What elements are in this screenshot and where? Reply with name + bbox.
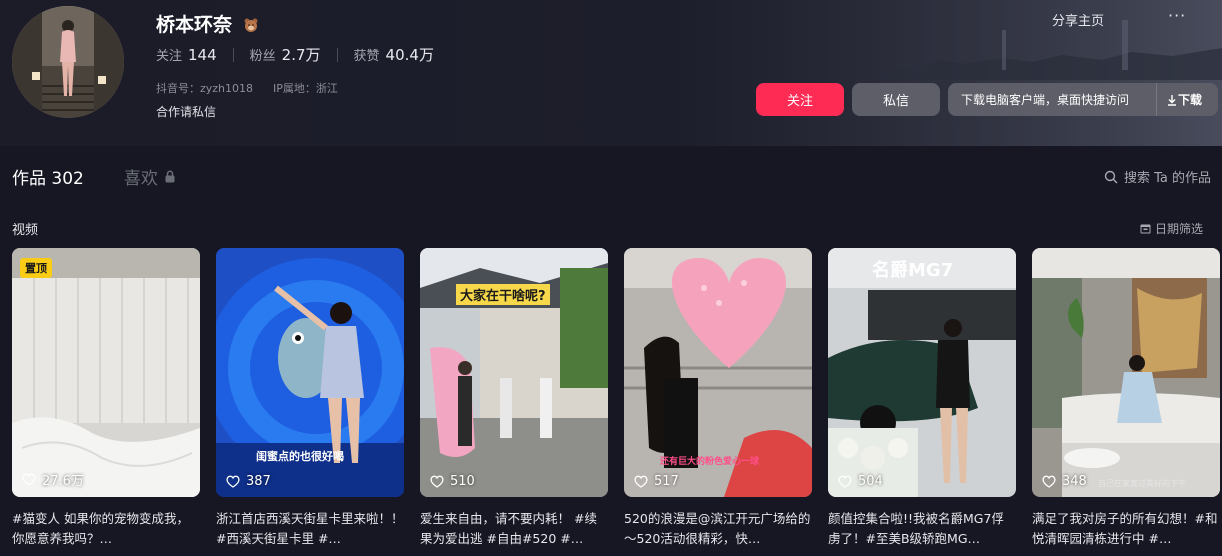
heart-icon: [838, 475, 852, 488]
avatar[interactable]: [12, 6, 124, 118]
heart-icon: [1042, 475, 1056, 488]
lock-icon: [165, 170, 175, 183]
date-filter-button[interactable]: 日期筛选: [1140, 220, 1203, 237]
profile-header: 桥本环奈 关注 144 粉丝 2.7万 获赞 40.4万 抖音号：zyzh1018 I…: [0, 0, 1222, 146]
heart-icon: [22, 473, 36, 486]
thumbnail-image: [828, 248, 1016, 497]
search-icon: [1104, 170, 1118, 183]
video-likes: 510: [430, 474, 475, 489]
video-card[interactable]: 置顶 27.6万 #猫变人 如果你的宠物变成我，你愿意养我吗？…: [12, 248, 200, 549]
thumbnail-overlay-text: 闺蜜点的也很好喝: [256, 450, 344, 463]
button-divider: [1156, 83, 1157, 116]
download-desktop-label: 下载电脑客户端，桌面快捷访问: [961, 93, 1130, 107]
download-desktop-client-button[interactable]: 下载电脑客户端，桌面快捷访问 下载: [948, 83, 1218, 116]
heart-icon: [634, 475, 648, 488]
video-likes-count: 27.6万: [42, 474, 84, 489]
video-likes: 517: [634, 474, 679, 489]
video-thumbnail[interactable]: 名爵MG7 504: [828, 248, 1016, 497]
profile-tabs: 作品 302 喜欢: [12, 164, 176, 189]
followers-label: 粉丝: [249, 49, 276, 64]
tab-works[interactable]: 作品 302: [12, 164, 84, 189]
download-label: 下载: [1178, 93, 1203, 107]
thumbnail-overlay-text: 还有巨大的粉色爱心一球: [660, 457, 760, 467]
search-works-button[interactable]: 搜索 Ta 的作品: [1104, 167, 1211, 186]
ip-location: IP属地：浙江: [273, 82, 338, 95]
following-count: 144: [188, 46, 217, 64]
video-thumbnail[interactable]: 置顶 27.6万: [12, 248, 200, 497]
thumbnail-image: [12, 248, 200, 497]
followers-count: 2.7万: [281, 46, 321, 64]
more-options-button[interactable]: ···: [1168, 6, 1186, 25]
likes-received-stat: 获赞 40.4万: [354, 44, 434, 65]
video-likes-count: 510: [450, 474, 475, 489]
tab-likes[interactable]: 喜欢: [124, 164, 176, 189]
video-likes-count: 348: [1062, 474, 1087, 489]
video-likes: 387: [226, 474, 271, 489]
video-thumbnail[interactable]: 自己在家度过美好的下午 348: [1032, 248, 1220, 497]
bear-emoji-icon: [244, 18, 258, 32]
video-likes-count: 387: [246, 474, 271, 489]
heart-icon: [430, 475, 444, 488]
profile-bio: 合作请私信: [156, 105, 217, 119]
likes-received-label: 获赞: [353, 49, 380, 64]
tab-likes-label: 喜欢: [123, 169, 158, 189]
stat-divider: [336, 47, 338, 62]
video-caption[interactable]: 颜值控集合啦!!我被名爵MG7俘虏了！#至美B级轿跑MG…: [828, 509, 1016, 549]
profile-name-text: 桥本环奈: [156, 14, 233, 36]
video-card[interactable]: 还有巨大的粉色爱心一球 517 520的浪漫是@滨江开元广场给的～520活动很精…: [624, 248, 812, 549]
profile-name: 桥本环奈: [156, 10, 259, 37]
video-card[interactable]: 名爵MG7 504 颜值控集合啦!!我被名爵MG7俘虏了！#至美B级轿跑MG…: [828, 248, 1016, 549]
video-caption[interactable]: 爱生来自由，请不要内耗！ #续果为爱出逃 #自由#520 #…: [420, 509, 608, 549]
follow-button[interactable]: 关注: [756, 83, 844, 116]
tab-works-label: 作品: [12, 169, 46, 189]
download-button[interactable]: 下载: [1166, 83, 1202, 116]
avatar-image: [12, 6, 124, 118]
section-title: 视频: [12, 223, 39, 238]
following-label: 关注: [156, 49, 183, 64]
download-icon: [1168, 94, 1176, 106]
video-likes-count: 504: [858, 474, 883, 489]
video-likes: 348: [1042, 474, 1087, 489]
thumbnail-overlay-text: 名爵MG7: [872, 260, 954, 281]
search-works-label: 搜索 Ta 的作品: [1124, 171, 1212, 186]
thumbnail-overlay-text: 大家在干啥呢?: [456, 284, 550, 305]
message-button[interactable]: 私信: [852, 83, 940, 116]
video-caption[interactable]: #猫变人 如果你的宠物变成我，你愿意养我吗？…: [12, 509, 200, 549]
video-thumbnail[interactable]: 大家在干啥呢? 510: [420, 248, 608, 497]
followers-stat[interactable]: 粉丝 2.7万: [250, 44, 321, 65]
video-card[interactable]: 闺蜜点的也很好喝 387 浙江首店西溪天街星卡里来啦！！ #西溪天街星卡里 #…: [216, 248, 404, 549]
share-profile-button[interactable]: 分享主页: [1052, 10, 1104, 29]
video-likes-count: 517: [654, 474, 679, 489]
date-filter-label: 日期筛选: [1155, 222, 1204, 236]
calendar-icon: [1140, 224, 1151, 234]
following-stat[interactable]: 关注 144: [156, 45, 217, 64]
video-card[interactable]: 自己在家度过美好的下午 348 满足了我对房子的所有幻想！#和悦清晖园清栋进行中…: [1032, 248, 1220, 549]
video-likes: 27.6万: [22, 470, 84, 489]
video-card[interactable]: 大家在干啥呢? 510 爱生来自由，请不要内耗！ #续果为爱出逃 #自由#520…: [420, 248, 608, 549]
heart-icon: [226, 475, 240, 488]
douyin-id: 抖音号：zyzh1018: [156, 82, 254, 95]
thumbnail-overlay-text: 自己在家度过美好的下午: [1098, 479, 1186, 488]
profile-meta: 抖音号：zyzh1018 IP属地：浙江: [156, 80, 338, 96]
tab-works-count: 302: [51, 169, 84, 189]
video-caption[interactable]: 满足了我对房子的所有幻想！#和悦清晖园清栋进行中 #…: [1032, 509, 1220, 549]
thumbnail-image: [1032, 248, 1220, 497]
likes-received-count: 40.4万: [385, 46, 434, 64]
pinned-badge: 置顶: [20, 258, 52, 278]
video-thumbnail[interactable]: 还有巨大的粉色爱心一球 517: [624, 248, 812, 497]
video-thumbnail[interactable]: 闺蜜点的也很好喝 387: [216, 248, 404, 497]
header-background-image: [702, 0, 1222, 146]
profile-stats: 关注 144 粉丝 2.7万 获赞 40.4万: [156, 44, 434, 65]
video-likes: 504: [838, 474, 883, 489]
video-caption[interactable]: 520的浪漫是@滨江开元广场给的～520活动很精彩，快…: [624, 509, 812, 549]
video-caption[interactable]: 浙江首店西溪天街星卡里来啦！！ #西溪天街星卡里 #…: [216, 509, 404, 549]
stat-divider: [232, 47, 234, 62]
